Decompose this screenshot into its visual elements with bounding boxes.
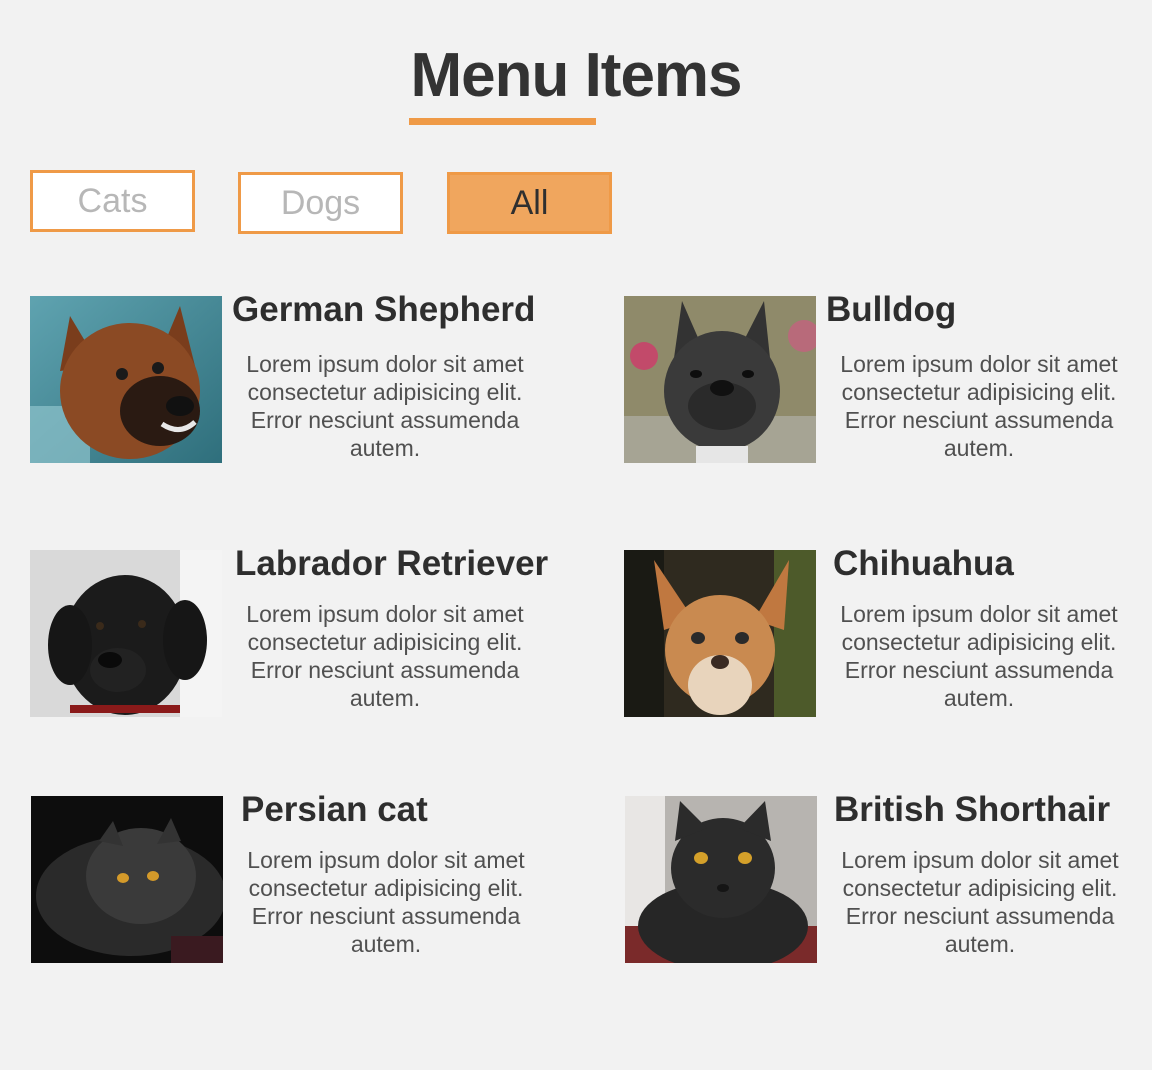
item-description: Lorem ipsum dolor sit amet consectetur a… <box>841 847 1119 957</box>
item-name: Chihuahua <box>833 544 1014 583</box>
item-name: British Shorthair <box>834 790 1111 829</box>
item-name: Labrador Retriever <box>235 544 549 583</box>
filter-button-dogs[interactable]: Dogs <box>238 172 403 234</box>
item-description: Lorem ipsum dolor sit amet consectetur a… <box>840 351 1118 461</box>
filter-button-all[interactable]: All <box>447 172 612 234</box>
menu-item: German Shepherd Lorem ipsum dolor sit am… <box>30 290 550 466</box>
item-description: Lorem ipsum dolor sit amet consectetur a… <box>247 847 525 957</box>
title-underline <box>409 118 596 125</box>
item-description: Lorem ipsum dolor sit amet consectetur a… <box>246 601 524 711</box>
filter-button-cats[interactable]: Cats <box>30 170 195 232</box>
menu-item: British Shorthair Lorem ipsum dolor sit … <box>625 790 1145 966</box>
german-shepherd-photo <box>30 296 222 463</box>
page-title: Menu Items <box>410 41 742 110</box>
menu-item: Labrador Retriever Lorem ipsum dolor sit… <box>30 544 550 720</box>
item-name: Bulldog <box>826 290 957 329</box>
menu-item: Persian cat Lorem ipsum dolor sit amet c… <box>31 790 551 966</box>
item-description: Lorem ipsum dolor sit amet consectetur a… <box>246 351 524 461</box>
labrador-photo <box>30 550 222 717</box>
item-name: Persian cat <box>241 790 428 829</box>
british-shorthair-photo <box>625 796 817 963</box>
menu-item: Bulldog Lorem ipsum dolor sit amet conse… <box>624 290 1144 466</box>
bulldog-photo <box>624 296 816 463</box>
persian-cat-photo <box>31 796 223 963</box>
menu-item: Chihuahua Lorem ipsum dolor sit amet con… <box>624 544 1144 720</box>
chihuahua-photo <box>624 550 816 717</box>
item-description: Lorem ipsum dolor sit amet consectetur a… <box>840 601 1118 711</box>
item-name: German Shepherd <box>232 290 536 329</box>
